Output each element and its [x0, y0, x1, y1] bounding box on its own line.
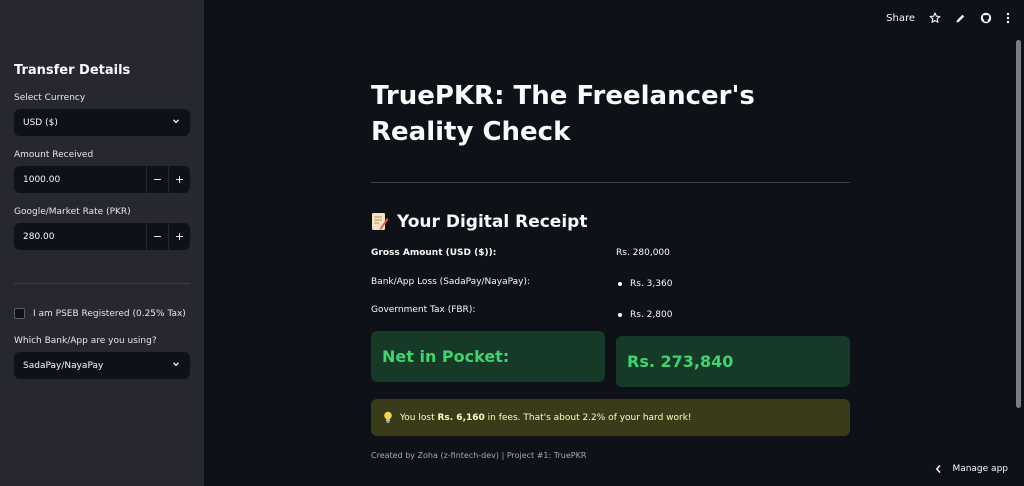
pseb-checkbox-label: I am PSEB Registered (0.25% Tax)	[33, 308, 186, 319]
net-in-pocket-label: Net in Pocket:	[371, 331, 605, 382]
bank-select[interactable]: SadaPay/NayaPay	[14, 352, 190, 379]
pencil-icon[interactable]	[955, 13, 966, 24]
main-content: Share TruePKR: The Freelancer's Reality …	[204, 0, 1024, 486]
bullet-dot	[618, 282, 622, 286]
chevron-down-icon	[173, 119, 179, 124]
github-icon[interactable]	[980, 12, 992, 24]
bank-loss-item: Rs. 3,360	[618, 279, 672, 289]
bank-loss-label: Bank/App Loss (SadaPay/NayaPay):	[371, 277, 531, 287]
rate-increment-button[interactable]: +	[168, 223, 190, 250]
fees-warning-text: You lost Rs. 6,160 in fees. That's about…	[400, 412, 692, 423]
pseb-checkbox[interactable]	[14, 308, 25, 319]
receipt-heading-text: Your Digital Receipt	[397, 212, 588, 232]
footer-credits: Created by Zoha (z-fintech-dev) | Projec…	[371, 451, 587, 460]
page-title: TruePKR: The Freelancer's Reality Check	[371, 81, 755, 147]
manage-app-button[interactable]: Manage app	[935, 464, 1008, 474]
toolbar: Share	[886, 12, 1010, 24]
scrollbar[interactable]	[1016, 40, 1021, 408]
bullet-dot	[618, 313, 622, 317]
pseb-checkbox-row[interactable]: I am PSEB Registered (0.25% Tax)	[14, 308, 186, 319]
fees-warning-alert: You lost Rs. 6,160 in fees. That's about…	[371, 399, 850, 436]
amount-input[interactable]: 1000.00	[14, 166, 146, 193]
currency-select-value: USD ($)	[23, 117, 58, 128]
receipt-heading: Your Digital Receipt	[371, 212, 587, 232]
star-icon[interactable]	[929, 12, 941, 24]
share-button[interactable]: Share	[886, 13, 915, 24]
rate-label: Google/Market Rate (PKR)	[14, 207, 131, 217]
net-in-pocket-value: Rs. 273,840	[616, 336, 850, 387]
memo-emoji	[372, 213, 389, 230]
amount-stepper: 1000.00 − +	[14, 166, 190, 193]
amount-decrement-button[interactable]: −	[146, 166, 168, 193]
sidebar-divider	[14, 283, 190, 284]
gross-amount-value: Rs. 280,000	[616, 248, 670, 258]
government-tax-item: Rs. 2,800	[618, 310, 672, 320]
amount-increment-button[interactable]: +	[168, 166, 190, 193]
lightbulb-icon	[384, 411, 392, 423]
gross-amount-label: Gross Amount (USD ($)):	[371, 248, 497, 258]
title-divider	[371, 182, 850, 183]
government-tax-value: Rs. 2,800	[630, 310, 673, 320]
chevron-left-icon	[936, 464, 941, 474]
rate-stepper: 280.00 − +	[14, 223, 190, 250]
rate-input[interactable]: 280.00	[14, 223, 146, 250]
sidebar-title: Transfer Details	[14, 63, 131, 78]
manage-app-label: Manage app	[952, 464, 1008, 474]
bank-loss-value: Rs. 3,360	[630, 279, 673, 289]
bank-select-value: SadaPay/NayaPay	[23, 360, 104, 371]
amount-label: Amount Received	[14, 150, 94, 160]
government-tax-label: Government Tax (FBR):	[371, 305, 476, 315]
bank-label: Which Bank/App are you using?	[14, 336, 157, 346]
more-vertical-icon[interactable]	[1006, 12, 1010, 24]
currency-select[interactable]: USD ($)	[14, 109, 190, 136]
sidebar: Transfer Details Select Currency USD ($)…	[0, 0, 204, 486]
chevron-down-icon	[173, 362, 179, 367]
currency-label: Select Currency	[14, 93, 86, 103]
rate-decrement-button[interactable]: −	[146, 223, 168, 250]
